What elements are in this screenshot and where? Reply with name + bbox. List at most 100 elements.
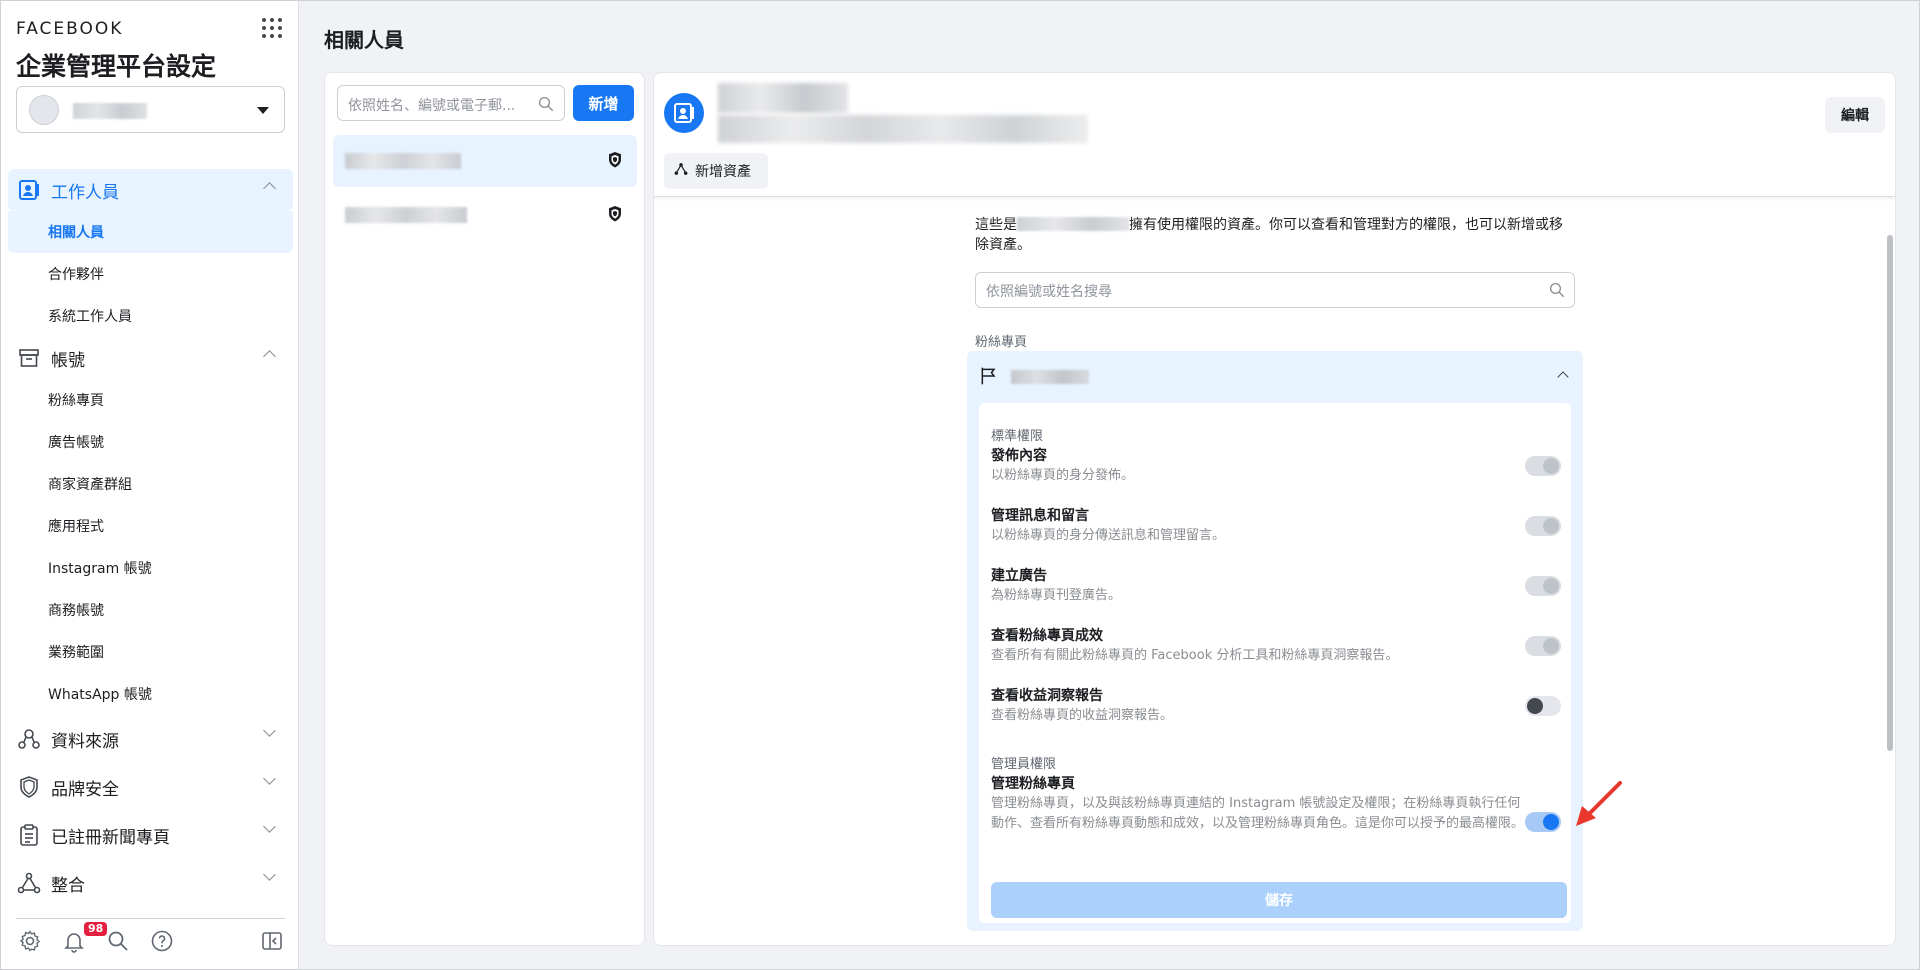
- nav-item-commerce-accounts[interactable]: 商務帳號: [8, 589, 293, 631]
- permission-toggle[interactable]: [1525, 576, 1561, 596]
- nav-item-people[interactable]: 相關人員: [8, 211, 293, 253]
- business-avatar: [29, 95, 59, 125]
- nav-item-instagram-accounts[interactable]: Instagram 帳號: [8, 547, 293, 589]
- nav-item-partners[interactable]: 合作夥伴: [8, 253, 293, 295]
- nav-group-label: 工作人員: [51, 182, 119, 203]
- apps-grid-icon[interactable]: [262, 18, 282, 38]
- add-person-button[interactable]: 新增: [573, 85, 634, 121]
- search-icon[interactable]: [106, 929, 132, 955]
- shield-icon: [17, 775, 41, 799]
- person-name-redacted: [345, 207, 467, 223]
- users-icon: [17, 178, 41, 202]
- permission-manage-messages: 管理訊息和留言 以粉絲專頁的身分傳送訊息和管理留言。: [991, 506, 1561, 546]
- permission-desc: 查看粉絲專頁的收益洞察報告。: [991, 708, 1174, 723]
- permission-title: 管理訊息和留言: [991, 508, 1089, 524]
- search-icon: [1548, 281, 1566, 303]
- chevron-down-icon: [263, 724, 276, 737]
- nav-item-lines-of-business[interactable]: 業務範圍: [8, 631, 293, 673]
- business-name-redacted: [73, 103, 147, 119]
- permission-title: 管理粉絲專頁: [991, 776, 1075, 792]
- nav-group-integrations[interactable]: 整合: [8, 859, 293, 907]
- nav-group-brand-safety[interactable]: 品牌安全: [8, 763, 293, 811]
- permission-manage-page: 管理粉絲專頁 管理粉絲專頁，以及與該粉絲專頁連結的 Instagram 帳號設定…: [991, 774, 1561, 834]
- page-asset-card: 標準權限 發佈內容 以粉絲專頁的身分發佈。 管理訊息和留言 以粉絲專頁的身分傳送…: [967, 351, 1583, 931]
- person-row[interactable]: [333, 135, 637, 187]
- permission-desc: 為粉絲專頁刊登廣告。: [991, 588, 1122, 603]
- scrollbar[interactable]: [1887, 235, 1893, 751]
- permission-publish-content: 發佈內容 以粉絲專頁的身分發佈。: [991, 446, 1561, 486]
- permission-view-performance: 查看粉絲專頁成效 查看所有有關此粉絲專頁的 Facebook 分析工具和粉絲專頁…: [991, 626, 1561, 666]
- add-asset-label: 新增資產: [695, 164, 751, 180]
- asset-search-placeholder: 依照編號或姓名搜尋: [986, 284, 1112, 300]
- search-placeholder: 依照姓名、編號或電子郵...: [348, 98, 516, 114]
- chevron-down-icon: [263, 820, 276, 833]
- search-icon: [537, 95, 555, 117]
- person-email-redacted: [718, 115, 1088, 143]
- person-name-redacted: [1017, 217, 1129, 231]
- clipboard-icon: [17, 823, 41, 847]
- sidebar-footer: 98: [16, 922, 286, 959]
- chevron-down-icon: [263, 772, 276, 785]
- permission-desc: 查看所有有關此粉絲專頁的 Facebook 分析工具和粉絲專頁洞察報告。: [991, 648, 1399, 663]
- permissions-box: 標準權限 發佈內容 以粉絲專頁的身分發佈。 管理訊息和留言 以粉絲專頁的身分傳送…: [979, 403, 1571, 923]
- permission-view-revenue-insights: 查看收益洞察報告 查看粉絲專頁的收益洞察報告。: [991, 686, 1561, 726]
- share-nodes-icon: [674, 162, 688, 180]
- data-sources-icon: [17, 727, 41, 751]
- collapse-sidebar-icon[interactable]: [260, 929, 286, 955]
- permission-create-ads: 建立廣告 為粉絲專頁刊登廣告。: [991, 566, 1561, 606]
- asset-search-input[interactable]: 依照編號或姓名搜尋: [975, 272, 1575, 308]
- sidebar: FACEBOOK 企業管理平台設定 工作人員 相關人員 合作夥伴 系統工作人員 …: [1, 1, 299, 969]
- assets-intro-text: 這些是 擁有使用權限的資產。你可以查看和管理對方的權限，也可以新增或移除資產。: [975, 215, 1575, 255]
- business-selector[interactable]: [16, 86, 285, 133]
- nav-item-pages[interactable]: 粉絲專頁: [8, 379, 293, 421]
- people-list-panel: 依照姓名、編號或電子郵... 新增: [324, 72, 645, 946]
- edit-button[interactable]: 編輯: [1825, 97, 1885, 133]
- admin-permissions-heading: 管理員權限: [991, 757, 1057, 772]
- nav-group-registered-news-pages[interactable]: 已註冊新聞專頁: [8, 811, 293, 859]
- nav-item-whatsapp-accounts[interactable]: WhatsApp 帳號: [8, 673, 293, 715]
- permission-toggle[interactable]: [1525, 696, 1561, 716]
- gear-icon[interactable]: [18, 929, 44, 955]
- permission-toggle[interactable]: [1525, 456, 1561, 476]
- chevron-up-icon: [1557, 371, 1569, 383]
- pages-section-label: 粉絲專頁: [975, 335, 1028, 350]
- chevron-down-icon: [263, 868, 276, 881]
- nav-group-users[interactable]: 工作人員: [8, 169, 293, 211]
- permission-toggle[interactable]: [1525, 636, 1561, 656]
- permission-title: 發佈內容: [991, 448, 1047, 464]
- caret-down-icon: [257, 107, 269, 114]
- permission-title: 查看收益洞察報告: [991, 688, 1103, 704]
- page-card-header[interactable]: [967, 351, 1583, 401]
- nav-item-apps[interactable]: 應用程式: [8, 505, 293, 547]
- person-name-redacted: [718, 83, 848, 113]
- permission-toggle-on[interactable]: [1525, 812, 1561, 832]
- nav-group-label: 帳號: [51, 350, 85, 371]
- nav-group-accounts[interactable]: 帳號: [8, 337, 293, 379]
- person-detail-panel: 新增資產 編輯 這些是 擁有使用權限的資產。你可以查看和管理對方的權限，也可以新增…: [653, 72, 1896, 946]
- nav-group-data-sources[interactable]: 資料來源: [8, 715, 293, 763]
- intro-prefix: 這些是: [975, 217, 1017, 233]
- chevron-up-icon: [263, 350, 276, 363]
- nav-group-label: 已註冊新聞專頁: [51, 827, 170, 848]
- permission-toggle[interactable]: [1525, 516, 1561, 536]
- help-icon[interactable]: [150, 929, 176, 955]
- permission-title: 查看粉絲專頁成效: [991, 628, 1103, 644]
- annotation-arrow-icon: [1576, 781, 1622, 826]
- sidebar-nav: 工作人員 相關人員 合作夥伴 系統工作人員 帳號 粉絲專頁 廣告帳號 商家資產群…: [8, 169, 293, 907]
- page-title: 相關人員: [324, 28, 404, 52]
- permission-desc: 以粉絲專頁的身分發佈。: [991, 468, 1135, 483]
- settings-title: 企業管理平台設定: [16, 52, 217, 81]
- nav-item-system-users[interactable]: 系統工作人員: [8, 295, 293, 337]
- standard-permissions-heading: 標準權限: [991, 429, 1044, 444]
- nav-group-label: 整合: [51, 875, 85, 896]
- admin-shield-icon: [607, 205, 623, 227]
- person-name-redacted: [345, 153, 461, 169]
- nav-item-ad-accounts[interactable]: 廣告帳號: [8, 421, 293, 463]
- add-asset-button[interactable]: 新增資產: [664, 153, 768, 189]
- people-search-input[interactable]: 依照姓名、編號或電子郵...: [337, 85, 565, 121]
- nav-item-business-asset-groups[interactable]: 商家資產群組: [8, 463, 293, 505]
- person-row[interactable]: [333, 189, 637, 241]
- integrations-icon: [17, 871, 41, 895]
- permission-title: 建立廣告: [991, 568, 1047, 584]
- save-button[interactable]: 儲存: [991, 882, 1567, 918]
